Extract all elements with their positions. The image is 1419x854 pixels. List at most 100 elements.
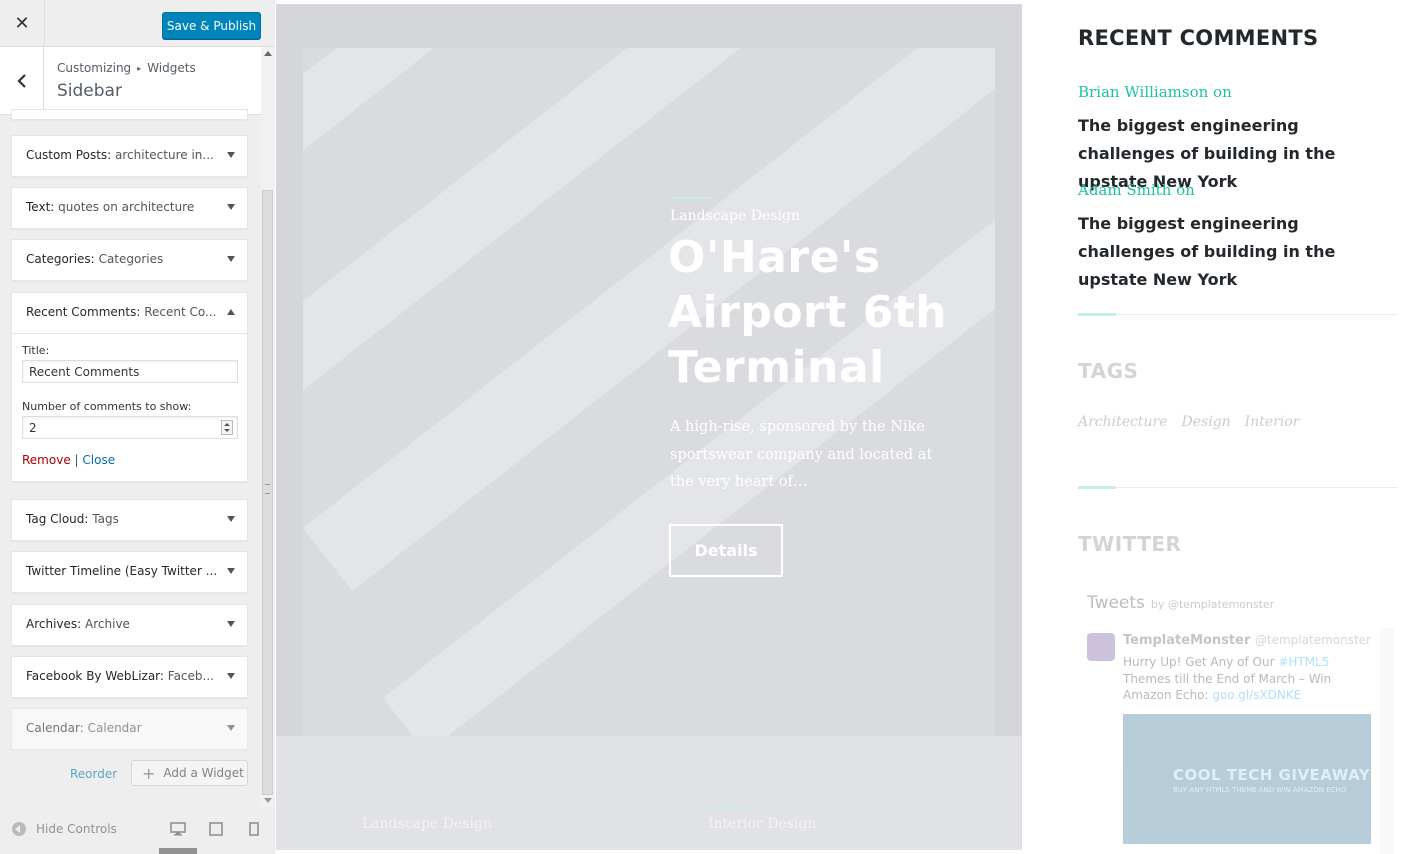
widget-name: Categories [98, 252, 164, 266]
widget-type: Recent Comments: [26, 305, 141, 319]
preview-sidebar: RECENT COMMENTS Brian Williamson on The … [1052, 0, 1419, 854]
recent-comments-title: RECENT COMMENTS [1078, 26, 1319, 50]
close-customizer-button[interactable]: ✕ [0, 0, 45, 47]
expand-arrow-icon[interactable] [227, 516, 235, 522]
panel-scrollbar[interactable] [261, 47, 275, 807]
widget-list: Custom Posts: architecture in... Text: q… [0, 109, 261, 815]
tweets-label: Tweets [1087, 593, 1145, 613]
divider [1078, 487, 1398, 488]
expand-arrow-icon[interactable] [227, 256, 235, 262]
tweet-author-handle: @templatemonster [1254, 633, 1371, 647]
expand-arrow-icon[interactable] [227, 725, 235, 731]
expand-arrow-icon[interactable] [227, 568, 235, 574]
widget-type: Tag Cloud: [26, 512, 89, 526]
hero-accent-line [670, 197, 710, 199]
widget-name: Tags [92, 512, 119, 526]
widget-type: Calendar: [26, 721, 84, 735]
widget-facebook[interactable]: Facebook By WebLizar: Faceb... [11, 656, 248, 698]
comment-count-input[interactable]: 2 [22, 416, 238, 439]
grip-icon [265, 484, 270, 494]
widget-calendar[interactable]: Calendar: Calendar [11, 708, 248, 750]
comment-author[interactable]: Brian Williamson [1078, 83, 1208, 101]
widget-type: Archives: [26, 617, 82, 631]
widget-type: Custom Posts: [26, 148, 112, 162]
count-field-label: Number of comments to show: [22, 400, 192, 413]
details-button[interactable]: Details [669, 524, 783, 577]
preview-hero: Landscape Design O'Hare's Airport 6th Te… [276, 4, 1022, 850]
divider [1078, 314, 1398, 315]
hero-title[interactable]: O'Hare's Airport 6th Terminal [668, 230, 988, 395]
comment-post-link[interactable]: The biggest engineering challenges of bu… [1078, 210, 1398, 294]
twitter-title: TWITTER [1078, 532, 1182, 556]
expand-arrow-icon[interactable] [227, 621, 235, 627]
hero-category[interactable]: Landscape Design [670, 208, 800, 224]
tweet-text-part1: Hurry Up! Get Any of Our [1123, 655, 1275, 669]
tag-list: Architecture Design Interior [1078, 414, 1299, 430]
hide-controls-label: Hide Controls [36, 822, 117, 836]
tag-link[interactable]: Interior [1245, 414, 1300, 430]
comment-count-value: 2 [29, 420, 37, 435]
tweet-hashtag[interactable]: #HTML5 [1278, 655, 1329, 669]
comment-meta: Adam Smith on [1078, 181, 1195, 199]
title-input[interactable]: Recent Comments [22, 360, 238, 383]
comment-on: on [1176, 181, 1195, 199]
expand-arrow-icon[interactable] [227, 152, 235, 158]
hide-controls-button[interactable]: Hide Controls [12, 822, 117, 836]
scroll-thumb[interactable] [262, 190, 273, 795]
comment-on: on [1213, 83, 1232, 101]
tweet-image-title: COOL TECH GIVEAWAY [1173, 766, 1371, 784]
customizer-header: ✕ Save & Publish [0, 0, 275, 47]
widget-recent-comments[interactable]: Recent Comments: Recent Co... Title: Rec… [11, 292, 248, 482]
avatar[interactable] [1087, 633, 1115, 661]
tweet-link[interactable]: goo.gl/sXDNKE [1212, 688, 1301, 702]
footer-card-category[interactable]: Landscape Design [362, 816, 492, 832]
close-icon: ✕ [14, 13, 30, 34]
collapse-arrow-icon[interactable] [227, 309, 235, 315]
widget-twitter-timeline[interactable]: Twitter Timeline (Easy Twitter ... [11, 551, 248, 593]
breadcrumb-root: Customizing [57, 61, 132, 75]
widget-name: Archive [85, 617, 130, 631]
breadcrumb-separator: ▸ [137, 63, 142, 73]
comment-author[interactable]: Adam Smith [1078, 181, 1171, 199]
customizer-panel: ✕ Save & Publish Customizing ▸ Widgets S… [0, 0, 275, 854]
widget-text[interactable]: Text: quotes on architecture [11, 187, 248, 229]
tweet-image-subtitle: BUY ANY HTML5 THEME AND WIN AMAZON ECHO [1173, 786, 1347, 794]
breadcrumb: Customizing ▸ Widgets [57, 61, 196, 75]
number-stepper[interactable] [221, 420, 233, 435]
remove-widget-link[interactable]: Remove [22, 453, 71, 467]
back-button[interactable] [0, 47, 44, 114]
tablet-preview-icon[interactable] [209, 822, 223, 836]
hero-description: A high-rise, sponsored by the Nike sport… [670, 419, 933, 490]
widget-categories[interactable]: Categories: Categories [11, 239, 248, 281]
desktop-preview-icon[interactable] [170, 822, 186, 836]
chevron-left-icon [16, 73, 26, 88]
footer-card-category[interactable]: Interior Design [708, 816, 816, 832]
tweets-by[interactable]: by @templatemonster [1151, 598, 1274, 611]
tag-link[interactable]: Architecture [1078, 414, 1168, 430]
reorder-link[interactable]: Reorder [70, 767, 117, 781]
expand-arrow-icon[interactable] [227, 673, 235, 679]
widget-name: Recent Co... [144, 305, 216, 319]
divider-accent [1078, 313, 1116, 316]
widget-clipped [11, 109, 248, 120]
tweet-author[interactable]: TemplateMonster @templatemonster [1123, 633, 1371, 648]
breadcrumb-current: Widgets [147, 61, 196, 75]
close-widget-link[interactable]: Close [82, 453, 115, 467]
add-widget-button[interactable]: + Add a Widget [131, 760, 248, 786]
widget-archives[interactable]: Archives: Archive [11, 604, 248, 646]
expand-arrow-icon[interactable] [227, 204, 235, 210]
widget-type: Text: [26, 200, 55, 214]
widget-tag-cloud[interactable]: Tag Cloud: Tags [11, 499, 248, 541]
tweet-image[interactable]: COOL TECH GIVEAWAY BUY ANY HTML5 THEME A… [1123, 714, 1371, 844]
comment-meta: Brian Williamson on [1078, 83, 1232, 101]
divider-accent [1078, 486, 1116, 489]
tag-link[interactable]: Design [1182, 414, 1231, 430]
plus-icon: + [142, 763, 156, 783]
save-publish-button[interactable]: Save & Publish [162, 12, 261, 39]
mobile-preview-icon[interactable] [249, 822, 259, 836]
scroll-down-icon[interactable] [264, 798, 272, 803]
widget-custom-posts[interactable]: Custom Posts: architecture in... [11, 135, 248, 177]
hero-accent-line [708, 805, 748, 807]
tweet-scrollbar[interactable] [1380, 628, 1394, 854]
scroll-up-icon[interactable] [264, 51, 272, 56]
